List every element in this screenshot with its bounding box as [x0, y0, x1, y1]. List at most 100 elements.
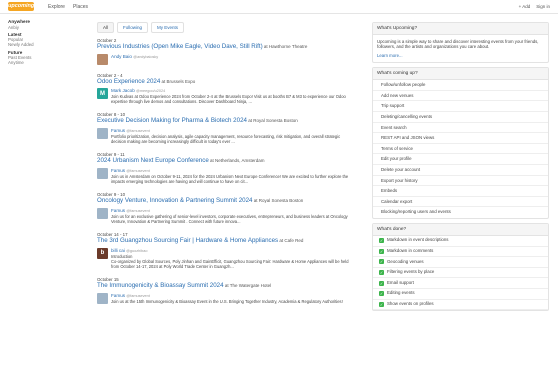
user-name-link[interactable]: Famus	[111, 128, 125, 133]
event-title-link[interactable]: Executive Decision Making for Pharma & B…	[97, 117, 247, 124]
coming-up-title: What's coming up?	[373, 68, 548, 81]
coming-up-item[interactable]: Event search	[373, 123, 548, 134]
coming-up-item[interactable]: Embeds	[373, 186, 548, 197]
avatar[interactable]	[97, 167, 108, 179]
checkmark-icon: ✓	[379, 238, 384, 244]
filter-place-item[interactable]: Anbiy	[8, 25, 78, 30]
event-title-line: Oncology Venture, Innovation & Partnerin…	[97, 197, 355, 205]
event-item: October 9 - 11 2024 Urbanism Next Europe …	[97, 152, 355, 184]
avatar[interactable]	[97, 292, 108, 304]
tab-my-events[interactable]: My Events	[151, 22, 185, 33]
event-post-body: Mark Jacob @meegoo/u2024 Join Kudvas at O…	[111, 88, 355, 104]
event-title-link[interactable]: The Immunogenicity & Bioassay Summit 202…	[97, 282, 224, 289]
nav-explore[interactable]: Explore	[48, 4, 65, 10]
checkmark-icon: ✓	[379, 259, 384, 265]
about-panel-title: What's Upcoming?	[373, 23, 548, 35]
event-post: Famus @famusevent Join us at the 15th Imm…	[97, 292, 355, 304]
done-item[interactable]: ✓ Show events on profiles	[373, 300, 548, 311]
user-name-link[interactable]: billi cai	[111, 248, 125, 253]
event-user-line: Andy Baio @andybaiosky	[111, 54, 355, 60]
coming-up-item[interactable]: REST API and JSON views	[373, 133, 548, 144]
filter-sort-newly-added[interactable]: Newly Added	[8, 42, 78, 47]
user-handle: @guozhibao	[126, 248, 148, 253]
event-item: October 2 - 4 Odoo Experience 2024 at Bru…	[97, 73, 355, 105]
user-name-link[interactable]: Famus	[111, 208, 125, 213]
event-post: Andy Baio @andybaiosky	[97, 53, 355, 65]
user-name-link[interactable]: Mark Jacob	[111, 88, 135, 93]
done-item[interactable]: ✓ Editing events	[373, 289, 548, 300]
event-description: Introduction Co-organized by Global Sour…	[111, 253, 349, 270]
about-panel: What's Upcoming? Upcoming is a simple wa…	[372, 22, 549, 64]
coming-up-item[interactable]: Terms of service	[373, 144, 548, 155]
coming-up-item[interactable]: Delete your account	[373, 165, 548, 176]
done-item[interactable]: ✓ Markdown in event descriptions	[373, 236, 548, 247]
right-sidebar: What's Upcoming? Upcoming is a simple wa…	[372, 22, 549, 315]
user-name-link[interactable]: Famus	[111, 293, 125, 298]
add-event-button[interactable]: + Add	[519, 4, 531, 9]
done-item[interactable]: ✓ Geocoding venues	[373, 257, 548, 268]
event-item: October 9 - 10 Oncology Venture, Innovati…	[97, 192, 355, 224]
tab-all[interactable]: All	[97, 22, 115, 33]
coming-up-item[interactable]: Calendar export	[373, 197, 548, 208]
done-title: What's done?	[373, 223, 548, 236]
event-item: October 8 - 10 Executive Decision Making …	[97, 112, 355, 144]
coming-up-item[interactable]: Export your history	[373, 176, 548, 187]
event-venue[interactable]: at Hawthorne Theatre	[263, 44, 307, 49]
event-item: October 2 Previous Industries (Open Mike …	[97, 38, 355, 65]
upcoming-logo[interactable]: upcoming	[8, 2, 34, 11]
done-panel: What's done? ✓ Markdown in event descript…	[372, 222, 549, 312]
filter-time-anytime[interactable]: Anytime	[8, 60, 78, 65]
coming-up-item[interactable]: Follow/unfollow people	[373, 80, 548, 91]
avatar[interactable]	[97, 207, 108, 219]
nav-places[interactable]: Places	[73, 4, 88, 10]
avatar[interactable]: M	[97, 88, 108, 99]
event-title-line: The 3rd Guangzhou Sourcing Fair | Hardwa…	[97, 237, 355, 245]
avatar[interactable]	[97, 127, 108, 139]
user-name-link[interactable]: Andy Baio	[111, 54, 132, 59]
done-item-label: Geocoding venues	[387, 258, 424, 264]
event-title-link[interactable]: Odoo Experience 2024	[97, 78, 160, 85]
avatar[interactable]: b	[97, 247, 108, 259]
event-title-link[interactable]: Previous Industries (Open Mike Eagle, Vi…	[97, 43, 263, 50]
user-handle: @famusevent	[126, 128, 150, 133]
event-description: Portfolio prioritization, decision analy…	[111, 133, 341, 145]
filter-sort: Latest Popular Newly Added	[8, 32, 78, 48]
checkmark-icon: ✓	[379, 280, 384, 286]
coming-up-item[interactable]: Add new venues	[373, 91, 548, 102]
top-right-actions: + Add Sign in	[519, 4, 550, 9]
coming-up-item[interactable]: Edit your profile	[373, 154, 548, 165]
event-venue[interactable]: at Royal Sonesta Boston	[247, 118, 298, 123]
event-title-link[interactable]: Oncology Venture, Innovation & Partnerin…	[97, 197, 252, 204]
sign-in-link[interactable]: Sign in	[536, 4, 550, 9]
done-item[interactable]: ✓ Markdown in comments	[373, 247, 548, 258]
event-description: Join us at the 15th Immunogenicity & Bio…	[111, 298, 343, 304]
done-item-label: Filtering events by place	[387, 269, 435, 275]
feed-tabs: All Following My Events	[97, 22, 355, 33]
avatar[interactable]	[97, 53, 108, 65]
checkmark-icon: ✓	[379, 270, 384, 276]
event-post-body: Famus @famusevent Join us at the 15th Imm…	[111, 293, 355, 304]
checkmark-icon: ✓	[379, 248, 384, 254]
event-post-body: Andy Baio @andybaiosky	[111, 54, 355, 65]
coming-up-item[interactable]: Blocking/reporting users and events	[373, 207, 548, 218]
checkmark-icon: ✓	[379, 301, 384, 307]
learn-more-link[interactable]: Learn more...	[377, 53, 544, 58]
event-venue[interactable]: at Brussels Expo	[160, 79, 196, 84]
event-venue[interactable]: at Royal Sonesta Boston	[252, 198, 304, 203]
done-item[interactable]: ✓ Filtering events by place	[373, 268, 548, 279]
event-venue[interactable]: at The Watergate Hotel	[224, 283, 271, 288]
user-name-link[interactable]: Famus	[111, 168, 125, 173]
event-venue[interactable]: at Cafe Red	[278, 238, 303, 243]
event-title-link[interactable]: The 3rd Guangzhou Sourcing Fair | Hardwa…	[97, 237, 278, 244]
coming-up-item[interactable]: Deleting/cancelling events	[373, 112, 548, 123]
event-item: October 15 The Immunogenicity & Bioassay …	[97, 277, 355, 304]
coming-up-item[interactable]: Trip support	[373, 101, 548, 112]
event-post: b billi cai @guozhibao Introduction Co-org…	[97, 247, 355, 270]
done-item[interactable]: ✓ Email support	[373, 278, 548, 289]
event-venue[interactable]: at Netherlands, Amsterdam	[209, 158, 265, 163]
done-item-label: Markdown in comments	[387, 248, 434, 254]
tab-following[interactable]: Following	[117, 22, 149, 33]
filter-time: Future Past Events Anytime	[8, 50, 78, 66]
event-title-link[interactable]: 2024 Urbanism Next Europe Conference	[97, 157, 209, 164]
about-text: Upcoming is a simple way to share and di…	[377, 39, 539, 50]
